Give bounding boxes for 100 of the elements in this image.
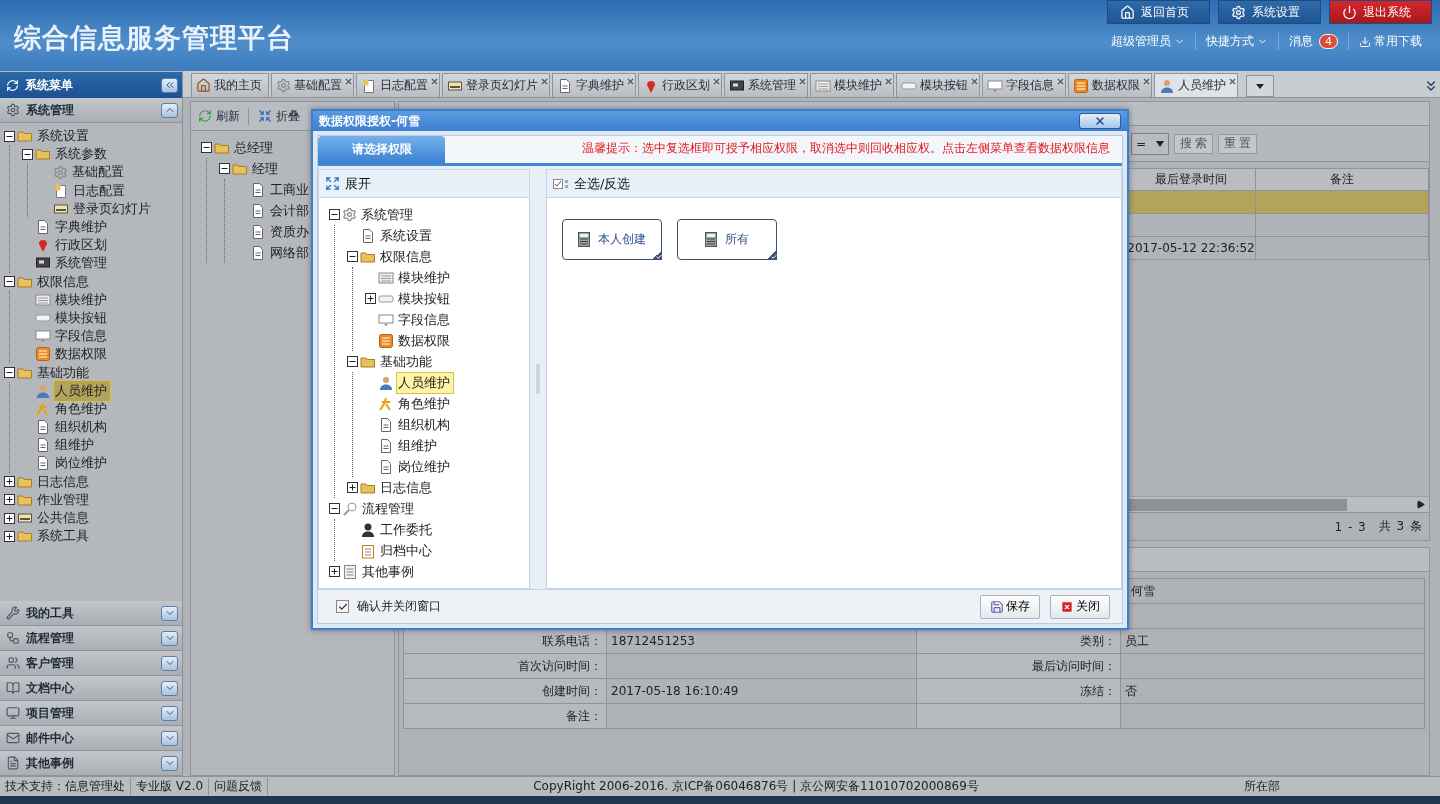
tree-item[interactable]: 人员维护 [396,371,454,394]
collapse-toggle[interactable] [347,251,358,262]
close-icon[interactable] [540,77,549,86]
refresh-button[interactable]: 刷新 [195,107,249,125]
tab[interactable]: 模块维护 [810,73,894,97]
close-icon[interactable] [798,77,807,86]
close-button[interactable] [1079,113,1121,129]
expand-toggle[interactable] [347,482,358,493]
tree-item[interactable]: 人员维护 [53,379,111,402]
menu-dropdown[interactable]: 快捷方式 [1195,33,1278,50]
tree-item[interactable]: 岗位维护 [396,455,454,478]
splitter-handle[interactable] [536,364,540,394]
tree-item[interactable]: 工商业 [268,178,313,201]
downloads-link[interactable]: 常用下载 [1348,33,1432,50]
tree-item[interactable]: 经理 [250,157,282,180]
accordion-header[interactable]: 我的工具 [0,601,182,626]
confirm-close-checkbox[interactable]: 确认并关闭窗口 [336,598,441,615]
tab[interactable]: 我的主页 [191,73,269,97]
tab[interactable]: 模块按钮 [896,73,980,97]
close-icon[interactable] [1056,77,1065,86]
close-icon[interactable] [1142,77,1151,86]
column-header[interactable]: 最后登录时间 [1127,168,1256,191]
tree-item[interactable]: 系统设置 [378,224,436,247]
close-icon[interactable] [430,77,439,86]
tree-item[interactable]: 基础功能 [378,350,436,373]
collapse-toggle[interactable] [4,367,15,379]
tree-item[interactable]: 其他事例 [360,560,418,583]
messages-link[interactable]: 消息 4 [1278,33,1348,50]
collapse-sidebar-button[interactable] [161,77,178,93]
settings-button[interactable]: 系统设置 [1218,0,1321,24]
tree-item[interactable]: 流程管理 [360,497,418,520]
tree-item[interactable]: 总经理 [232,136,277,159]
operator-select[interactable]: = [1131,132,1169,155]
tab[interactable]: 字典维护 [552,73,636,97]
accordion-toggle[interactable] [161,630,178,646]
accordion-toggle[interactable] [161,655,178,671]
accordion-header[interactable]: 项目管理 [0,701,182,726]
close-icon[interactable] [1228,77,1237,86]
tree-item[interactable]: 权限信息 [378,245,436,268]
collapse-toggle[interactable] [22,148,33,160]
close-icon[interactable] [344,77,353,86]
expand-toggle[interactable] [4,530,15,542]
accordion-header[interactable]: 系统管理 [0,98,182,123]
tree-item[interactable]: 模块维护 [396,266,454,289]
reset-button[interactable]: 重 置 [1218,133,1257,154]
accordion-toggle[interactable] [161,730,178,746]
tab[interactable]: 系统管理 [724,73,808,97]
accordion-toggle[interactable] [161,680,178,696]
accordion-toggle[interactable] [161,102,178,118]
tab-list-dropdown[interactable] [1246,75,1274,97]
select-all-button[interactable]: 全选/反选 [551,174,633,193]
collapse-toggle[interactable] [347,356,358,367]
tree-item[interactable]: 系统管理 [359,203,417,226]
expand-toggle[interactable] [4,512,15,524]
tab[interactable]: 登录页幻灯片 [442,73,550,97]
save-button[interactable]: 保存 [980,594,1040,619]
menu-dropdown[interactable]: 超级管理员 [1101,33,1195,50]
tab[interactable]: 日志配置 [356,73,440,97]
tree-item[interactable]: 数据权限 [396,329,454,352]
feedback-link[interactable]: 问题反馈 [209,778,269,795]
accordion-toggle[interactable] [161,605,178,621]
close-button[interactable]: 关闭 [1050,594,1110,619]
collapse-toggle[interactable] [4,276,15,288]
search-button[interactable]: 搜 索 [1174,133,1213,154]
collapse-toggle[interactable] [219,163,230,174]
accordion-header[interactable]: 邮件中心 [0,726,182,751]
arrow-right-icon[interactable] [1416,500,1425,509]
permission-option[interactable]: 本人创建 [562,219,662,260]
tab[interactable]: 字段信息 [982,73,1066,97]
checkbox[interactable] [336,600,349,613]
tab[interactable]: 基础配置 [271,73,354,97]
tree-item[interactable]: 角色维护 [396,392,454,415]
accordion-header[interactable]: 客户管理 [0,651,182,676]
tree-item[interactable]: 归档中心 [378,539,436,562]
expand-toggle[interactable] [365,293,376,304]
accordion-header[interactable]: 文档中心 [0,676,182,701]
accordion-toggle[interactable] [161,755,178,771]
tree-item[interactable]: 字段信息 [396,308,454,331]
home-button[interactable]: 返回首页 [1107,0,1210,24]
close-icon[interactable] [884,77,893,86]
tree-item[interactable]: 组织机构 [396,413,454,436]
column-header[interactable]: 备注 [1256,168,1429,191]
close-icon[interactable] [712,77,721,86]
permission-option[interactable]: 所有 [677,219,777,260]
close-icon[interactable] [970,77,979,86]
close-icon[interactable] [626,77,635,86]
collapse-toggle[interactable] [329,503,340,514]
tree-item[interactable]: 会计部 [268,199,313,222]
accordion-header[interactable]: 流程管理 [0,626,182,651]
tab[interactable]: 行政区划 [638,73,722,97]
accordion-toggle[interactable] [161,705,178,721]
expand-toggle[interactable] [4,476,15,488]
tree-item[interactable]: 日志信息 [378,476,436,499]
accordion-header[interactable]: 其他事例 [0,751,182,776]
tree-item[interactable]: 网络部 [268,241,313,264]
collapse-toggle[interactable] [4,130,15,142]
collapse-toggle[interactable] [329,209,340,220]
tree-item[interactable]: 组维护 [396,434,441,457]
tab[interactable]: 数据权限 [1068,73,1152,97]
collapse-toggle[interactable] [201,142,212,153]
